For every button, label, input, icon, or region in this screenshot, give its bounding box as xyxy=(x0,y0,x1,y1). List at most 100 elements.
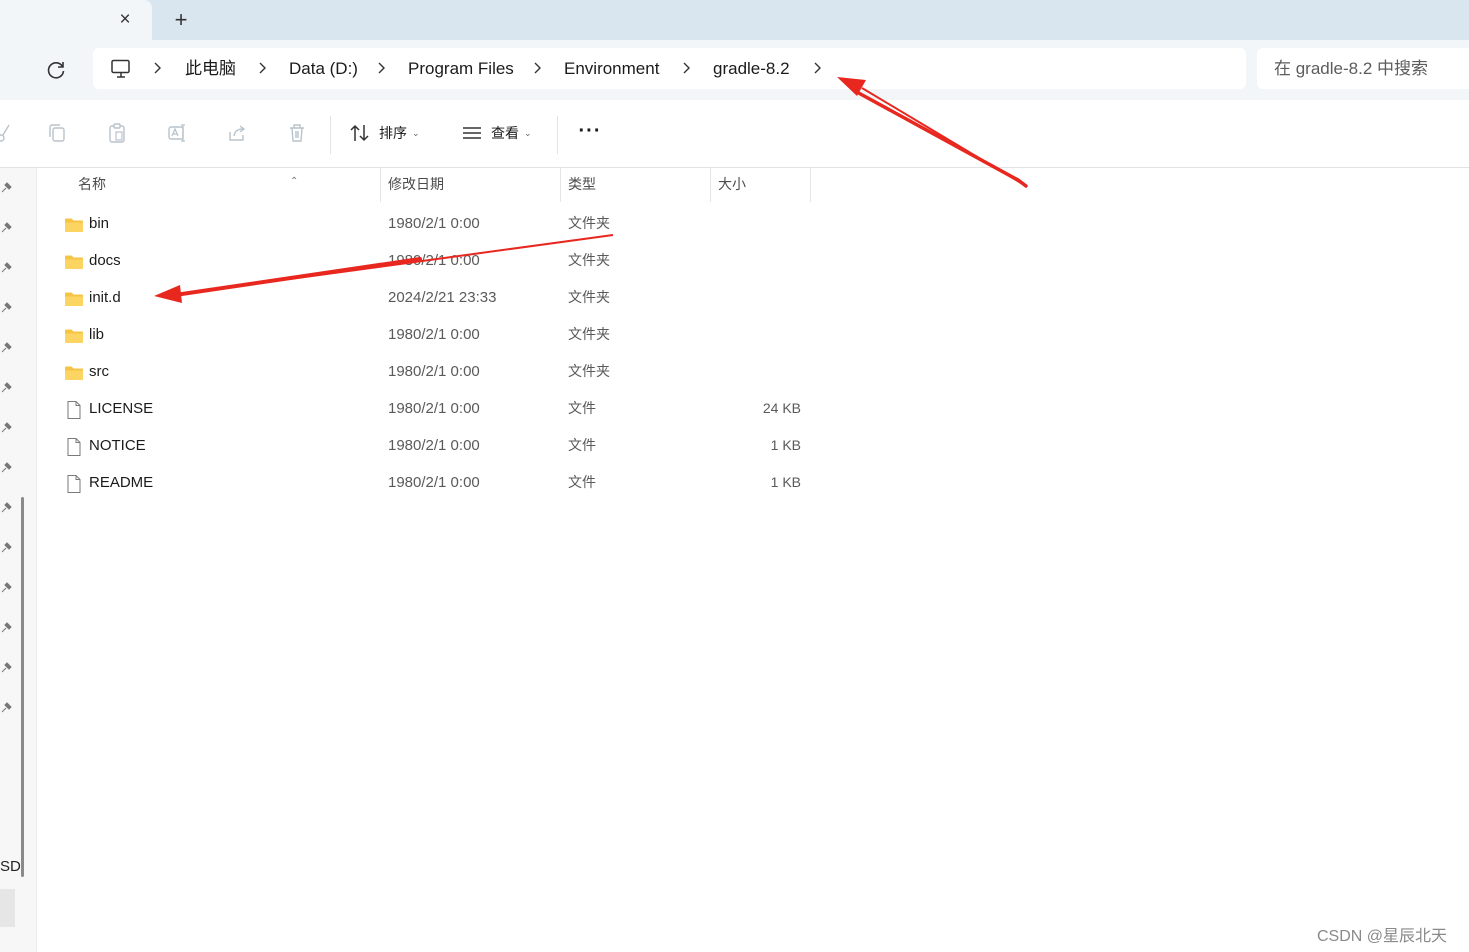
pin-icon[interactable] xyxy=(0,422,12,434)
file-row[interactable]: NOTICE 1980/2/1 0:00 文件 1 KB xyxy=(36,427,836,464)
rename-icon[interactable] xyxy=(166,122,188,144)
refresh-icon[interactable] xyxy=(44,58,68,82)
toolbar-divider xyxy=(330,116,331,154)
pin-icon[interactable] xyxy=(0,502,12,514)
breadcrumb-item[interactable]: Program Files xyxy=(408,48,514,89)
folder-icon xyxy=(64,252,84,272)
address-bar-row: 此电脑 Data (D:) Program Files Environment … xyxy=(0,40,1469,100)
folder-icon xyxy=(64,215,84,235)
pin-icon[interactable] xyxy=(0,462,12,474)
pin-icon[interactable] xyxy=(0,542,12,554)
cut-icon[interactable] xyxy=(0,122,14,144)
sort-icon xyxy=(350,124,369,142)
sort-button[interactable]: 排序 ⌄ xyxy=(349,118,420,148)
file-icon xyxy=(64,437,84,457)
search-input[interactable] xyxy=(1257,48,1469,89)
file-size xyxy=(712,205,801,242)
column-header-name-label: 名称 xyxy=(78,176,106,192)
nav-item-truncated[interactable]: SD xyxy=(0,858,21,875)
navigation-pane xyxy=(0,168,37,952)
file-row[interactable]: docs 1980/2/1 0:00 文件夹 xyxy=(36,242,836,279)
file-type: 文件夹 xyxy=(568,363,610,379)
share-icon[interactable] xyxy=(226,122,248,144)
active-tab[interactable]: × xyxy=(0,0,152,40)
file-row[interactable]: init.d 2024/2/21 23:33 文件夹 xyxy=(36,279,836,316)
chevron-right-icon[interactable] xyxy=(811,48,825,89)
file-type: 文件夹 xyxy=(568,215,610,231)
file-row[interactable]: LICENSE 1980/2/1 0:00 文件 24 KB xyxy=(36,390,836,427)
chevron-right-icon[interactable] xyxy=(531,48,545,89)
file-modified: 1980/2/1 0:00 xyxy=(388,326,480,343)
file-icon xyxy=(64,474,84,494)
view-button[interactable]: 查看 ⌄ xyxy=(461,118,532,148)
chevron-down-icon: ⌄ xyxy=(412,127,420,138)
sort-label: 排序 xyxy=(379,125,407,141)
pin-icon[interactable] xyxy=(0,342,12,354)
column-header-modified[interactable]: 修改日期 xyxy=(381,168,561,202)
file-size xyxy=(712,353,801,390)
watermark: CSDN @星辰北天 xyxy=(1317,928,1448,945)
pin-icon[interactable] xyxy=(0,662,12,674)
file-size: 24 KB xyxy=(762,400,801,416)
new-tab-icon[interactable]: + xyxy=(169,8,193,32)
pin-icon[interactable] xyxy=(0,302,12,314)
pin-icon[interactable] xyxy=(0,262,12,274)
file-row[interactable]: README 1980/2/1 0:00 文件 1 KB xyxy=(36,464,836,501)
file-row[interactable]: src 1980/2/1 0:00 文件夹 xyxy=(36,353,836,390)
file-name: README xyxy=(89,474,154,491)
file-name: init.d xyxy=(89,289,121,306)
breadcrumb[interactable]: 此电脑 Data (D:) Program Files Environment … xyxy=(93,48,1246,89)
sort-ascending-icon: ⌃ xyxy=(290,176,299,187)
close-tab-icon[interactable]: × xyxy=(113,8,137,32)
more-options-icon[interactable]: ··· xyxy=(578,120,602,144)
breadcrumb-item-current[interactable]: gradle-8.2 xyxy=(713,48,790,89)
delete-icon[interactable] xyxy=(286,122,308,144)
column-header-type[interactable]: 类型 xyxy=(561,168,711,202)
column-header-row: 名称 ⌃ 修改日期 类型 大小 xyxy=(36,168,1469,202)
breadcrumb-item[interactable]: 此电脑 xyxy=(185,48,236,89)
chevron-right-icon[interactable] xyxy=(680,48,694,89)
file-size: 1 KB xyxy=(770,437,801,453)
toolbar-divider xyxy=(557,116,558,154)
view-icon xyxy=(463,127,481,139)
pin-icon[interactable] xyxy=(0,382,12,394)
column-header-type-label: 类型 xyxy=(568,176,596,192)
file-type: 文件夹 xyxy=(568,289,610,305)
pin-icon[interactable] xyxy=(0,622,12,634)
pin-icon[interactable] xyxy=(0,582,12,594)
pin-icon[interactable] xyxy=(0,702,12,714)
folder-icon xyxy=(64,363,84,383)
file-name: LICENSE xyxy=(89,400,154,417)
chevron-right-icon[interactable] xyxy=(151,48,165,89)
file-row[interactable]: bin 1980/2/1 0:00 文件夹 xyxy=(36,205,836,242)
file-row[interactable]: lib 1980/2/1 0:00 文件夹 xyxy=(36,316,836,353)
file-name: lib xyxy=(89,326,105,343)
this-pc-icon[interactable] xyxy=(110,59,132,79)
file-modified: 1980/2/1 0:00 xyxy=(388,437,480,454)
column-header-modified-label: 修改日期 xyxy=(388,176,444,192)
column-header-size[interactable]: 大小 xyxy=(711,168,811,202)
paste-icon[interactable] xyxy=(106,122,128,144)
chevron-down-icon: ⌄ xyxy=(524,127,532,138)
chevron-right-icon[interactable] xyxy=(375,48,389,89)
file-modified: 1980/2/1 0:00 xyxy=(388,252,480,269)
file-name: docs xyxy=(89,252,121,269)
pin-icon[interactable] xyxy=(0,222,12,234)
search-box[interactable] xyxy=(1257,48,1469,89)
file-size xyxy=(712,279,801,316)
view-label: 查看 xyxy=(491,125,519,141)
breadcrumb-item[interactable]: Environment xyxy=(564,48,659,89)
column-header-size-label: 大小 xyxy=(718,176,746,192)
chevron-right-icon[interactable] xyxy=(256,48,270,89)
nav-item-selected[interactable] xyxy=(0,889,15,927)
column-header-name[interactable]: 名称 ⌃ xyxy=(71,168,381,202)
file-type: 文件夹 xyxy=(568,326,610,342)
nav-scrollbar[interactable] xyxy=(21,497,24,877)
folder-icon xyxy=(64,289,84,309)
copy-icon[interactable] xyxy=(46,122,68,144)
pin-icon[interactable] xyxy=(0,182,12,194)
file-name: src xyxy=(89,363,109,380)
folder-icon xyxy=(64,326,84,346)
breadcrumb-item[interactable]: Data (D:) xyxy=(289,48,358,89)
file-size xyxy=(712,242,801,279)
